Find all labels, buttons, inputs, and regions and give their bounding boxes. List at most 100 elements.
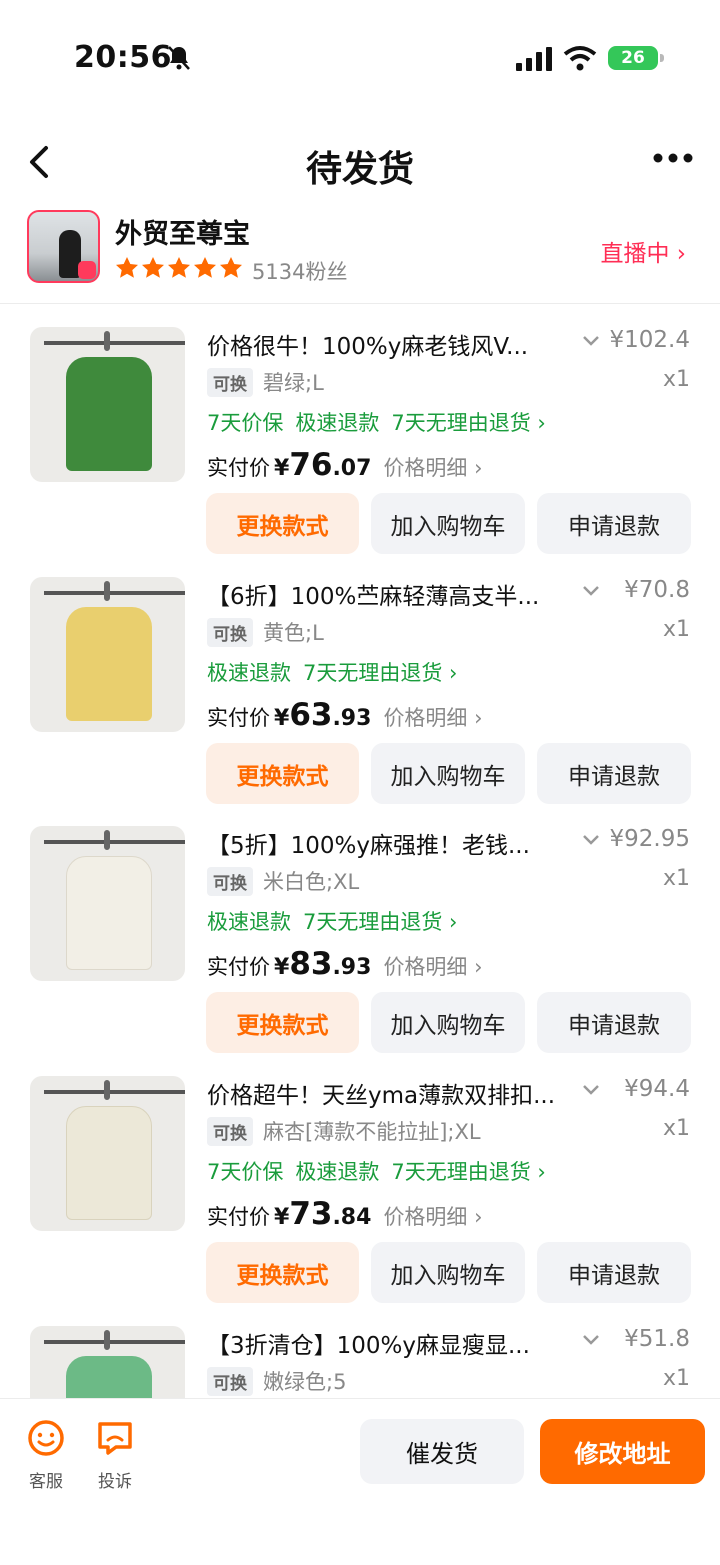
complaint-icon <box>98 1422 132 1455</box>
service-tag: 7天价保 <box>207 411 284 435</box>
product-name[interactable]: 价格很牛！100%y麻老钱风V... <box>207 327 567 361</box>
chevron-down-icon[interactable] <box>582 1084 600 1096</box>
exchangeable-tag: 可换 <box>207 1366 253 1396</box>
add-to-cart-button[interactable]: 加入购物车 <box>371 493 525 554</box>
product-qty: x1 <box>662 1116 690 1141</box>
request-refund-button[interactable]: 申请退款 <box>537 493 691 554</box>
service-tag: 7天价保 <box>207 1160 284 1184</box>
sku-value: 碧绿;L <box>263 371 324 395</box>
paid-price: 实付价 ¥ 76 .07 价格明细 › <box>207 447 483 483</box>
product-price: ¥94.4 <box>624 1076 690 1102</box>
customer-service-button[interactable]: 客服 <box>21 1419 71 1492</box>
paid-price: 实付价 ¥ 73 .84 价格明细 › <box>207 1196 483 1232</box>
change-style-button[interactable]: 更换款式 <box>206 743 359 804</box>
chevron-down-icon[interactable] <box>582 335 600 347</box>
exchangeable-tag: 可换 <box>207 866 253 896</box>
chevron-down-icon[interactable] <box>582 585 600 597</box>
product-qty: x1 <box>662 866 690 891</box>
request-refund-button[interactable]: 申请退款 <box>537 992 691 1053</box>
price-detail-link[interactable]: 价格明细 › <box>383 951 482 981</box>
product-image[interactable] <box>30 1076 185 1231</box>
product-sku: 可换 嫩绿色;5 <box>207 1366 346 1396</box>
exchangeable-tag: 可换 <box>207 367 253 397</box>
product-price: ¥51.8 <box>624 1326 690 1352</box>
live-status-link[interactable]: 直播中 › <box>600 234 686 268</box>
service-tag: 极速退款 <box>295 411 380 435</box>
service-tag: 7天无理由退货 › <box>303 661 458 685</box>
chevron-down-icon[interactable] <box>582 834 600 846</box>
shop-name[interactable]: 外贸至尊宝 <box>115 212 250 251</box>
complaint-button[interactable]: 投诉 <box>90 1419 140 1492</box>
sku-value: 黄色;L <box>263 621 324 645</box>
more-options-icon[interactable] <box>652 152 694 164</box>
shop-info[interactable]: 外贸至尊宝 5134粉丝 直播中 › <box>0 208 720 304</box>
page-title: 待发货 <box>305 149 414 190</box>
add-to-cart-button[interactable]: 加入购物车 <box>371 992 525 1053</box>
chevron-down-icon[interactable] <box>582 1334 600 1346</box>
product-image[interactable] <box>30 327 185 482</box>
change-style-button[interactable]: 更换款式 <box>206 493 359 554</box>
service-tag: 7天无理由退货 › <box>391 411 546 435</box>
signal-icon <box>516 47 552 71</box>
product-price: ¥102.4 <box>609 327 690 353</box>
product-sku: 可换 碧绿;L <box>207 367 324 397</box>
battery-indicator: 26 <box>608 46 664 70</box>
shop-rating <box>115 256 243 280</box>
order-item: 价格超牛！天丝yma薄款双排扣... ¥94.4 x1 可换 麻杏[薄款不能拉扯… <box>0 1076 720 1326</box>
product-price: ¥70.8 <box>624 577 690 603</box>
product-name[interactable]: 【5折】100%y麻强推！老钱... <box>207 826 567 860</box>
bell-muted-icon <box>168 46 190 70</box>
order-item: 【5折】100%y麻强推！老钱... ¥92.95 x1 可换 米白色;XL 极… <box>0 826 720 1076</box>
price-detail-link[interactable]: 价格明细 › <box>383 702 482 732</box>
request-refund-button[interactable]: 申请退款 <box>537 743 691 804</box>
product-qty: x1 <box>662 367 690 392</box>
product-qty: x1 <box>662 617 690 642</box>
order-item: 【6折】100%苎麻轻薄高支半... ¥70.8 x1 可换 黄色;L 极速退款… <box>0 577 720 827</box>
live-badge-icon <box>78 261 96 279</box>
add-to-cart-button[interactable]: 加入购物车 <box>371 743 525 804</box>
product-name[interactable]: 【3折清仓】100%y麻显瘦显... <box>207 1326 567 1360</box>
product-name[interactable]: 价格超牛！天丝yma薄款双排扣... <box>207 1076 567 1110</box>
star-icon <box>168 257 190 278</box>
star-icon <box>116 257 138 278</box>
star-icon <box>194 257 216 278</box>
shop-avatar[interactable] <box>27 210 100 283</box>
shop-fans: 5134粉丝 <box>252 260 348 284</box>
service-tag: 极速退款 <box>207 910 291 934</box>
modify-address-button[interactable]: 修改地址 <box>540 1419 705 1484</box>
status-bar: 20:56 26 <box>0 0 720 110</box>
product-sku: 可换 麻杏[薄款不能拉扯];XL <box>207 1116 481 1146</box>
sku-value: 米白色;XL <box>263 870 360 894</box>
status-time: 20:56 <box>74 40 172 75</box>
service-tags[interactable]: 7天价保 极速退款 7天无理由退货 › <box>207 407 546 437</box>
bottom-action-bar: 客服 投诉 催发货 修改地址 <box>0 1398 720 1565</box>
exchangeable-tag: 可换 <box>207 617 253 647</box>
exchangeable-tag: 可换 <box>207 1116 253 1146</box>
product-sku: 可换 米白色;XL <box>207 866 359 896</box>
service-tag: 极速退款 <box>295 1160 380 1184</box>
paid-price: 实付价 ¥ 83 .93 价格明细 › <box>207 946 483 982</box>
change-style-button[interactable]: 更换款式 <box>206 992 359 1053</box>
service-tags[interactable]: 极速退款 7天无理由退货 › <box>207 657 457 687</box>
change-style-button[interactable]: 更换款式 <box>206 1242 359 1303</box>
sku-value: 麻杏[薄款不能拉扯];XL <box>263 1120 481 1144</box>
request-refund-button[interactable]: 申请退款 <box>537 1242 691 1303</box>
service-tag: 极速退款 <box>207 661 291 685</box>
product-name[interactable]: 【6折】100%苎麻轻薄高支半... <box>207 577 567 611</box>
service-tags[interactable]: 极速退款 7天无理由退货 › <box>207 906 457 936</box>
paid-price: 实付价 ¥ 63 .93 价格明细 › <box>207 697 483 733</box>
product-qty: x1 <box>662 1366 690 1391</box>
service-tags[interactable]: 7天价保 极速退款 7天无理由退货 › <box>207 1156 546 1186</box>
customer-service-icon <box>28 1420 64 1456</box>
price-detail-link[interactable]: 价格明细 › <box>383 452 482 482</box>
price-detail-link[interactable]: 价格明细 › <box>383 1201 482 1231</box>
product-sku: 可换 黄色;L <box>207 617 324 647</box>
product-image[interactable] <box>30 577 185 732</box>
wifi-icon <box>563 46 597 71</box>
add-to-cart-button[interactable]: 加入购物车 <box>371 1242 525 1303</box>
service-tag: 7天无理由退货 › <box>391 1160 546 1184</box>
star-icon <box>220 257 242 278</box>
product-image[interactable] <box>30 826 185 981</box>
urge-shipping-button[interactable]: 催发货 <box>360 1419 524 1484</box>
service-tag: 7天无理由退货 › <box>303 910 458 934</box>
